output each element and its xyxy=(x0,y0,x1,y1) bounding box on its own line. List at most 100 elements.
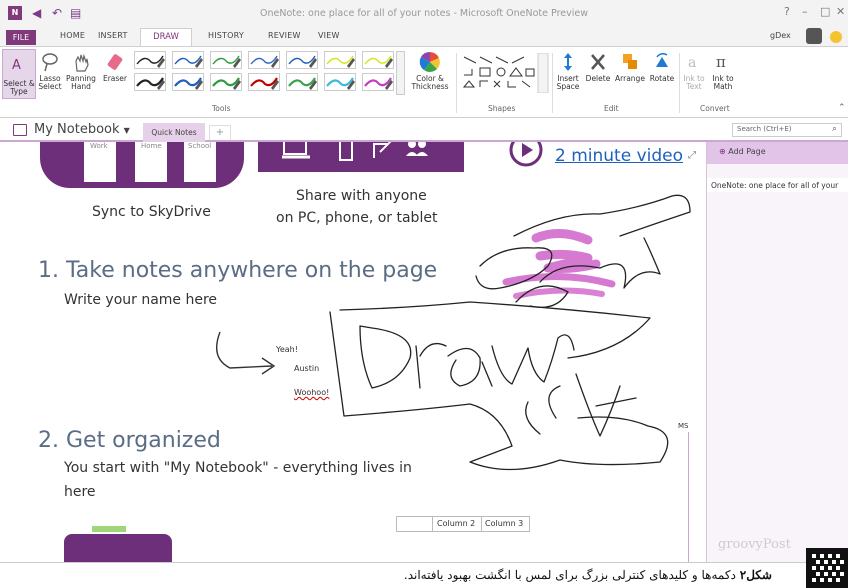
color-thickness-label: Color & Thickness xyxy=(411,74,449,91)
logo-pattern-icon xyxy=(812,554,844,582)
group-tools-label: Tools xyxy=(212,104,231,113)
pen-stroke-icon xyxy=(212,77,241,90)
notebook-name: My Notebook xyxy=(34,122,120,137)
pen-swatch[interactable] xyxy=(362,51,394,69)
rotate-button[interactable]: Rotate xyxy=(648,51,676,83)
shapes-gallery[interactable] xyxy=(460,52,550,94)
lasso-icon xyxy=(42,53,58,72)
pen-swatch[interactable] xyxy=(248,73,280,91)
caption-body: دکمه‌ها و کلیدهای کنترلی بزرگ برای لمس ب… xyxy=(403,568,736,582)
delete-button[interactable]: Delete xyxy=(584,51,612,83)
pen-swatch[interactable] xyxy=(248,51,280,69)
pen-stroke-icon xyxy=(326,77,355,90)
chevron-down-icon: ▼ xyxy=(123,126,130,135)
shapes-icons xyxy=(462,52,549,94)
eraser-icon xyxy=(107,54,123,70)
arrange-icon xyxy=(623,54,637,69)
pen-stroke-icon xyxy=(136,55,165,68)
hand-icon xyxy=(75,53,89,72)
ink-to-text-icon: a xyxy=(688,55,696,71)
pen-stroke-icon xyxy=(136,77,165,90)
pen-swatch[interactable] xyxy=(324,73,356,91)
publisher-logo xyxy=(806,548,848,588)
notebook-icon xyxy=(13,124,27,136)
ink-to-math-label: Ink to Math xyxy=(712,74,734,91)
close-icon[interactable]: ✕ xyxy=(836,5,845,18)
pen-swatch[interactable] xyxy=(172,73,204,91)
pen-swatch[interactable] xyxy=(286,51,318,69)
svg-text:π: π xyxy=(716,53,726,71)
ribbon-tabs: FILE HOME INSERT DRAW HISTORY REVIEW VIE… xyxy=(0,28,848,47)
pen-swatch[interactable] xyxy=(286,73,318,91)
search-icon[interactable]: ⌕ xyxy=(832,124,837,134)
page-canvas[interactable]: Work Home School Sync to SkyDrive Share … xyxy=(0,142,706,562)
ink-to-math-button[interactable]: π Ink to Math xyxy=(710,51,736,91)
add-page-text: Add Page xyxy=(728,147,766,156)
pen-swatch[interactable] xyxy=(210,51,242,69)
arrange-label: Arrange xyxy=(615,74,645,83)
insert-space-button[interactable]: Insert Space xyxy=(554,51,582,91)
pen-swatch[interactable] xyxy=(210,73,242,91)
pen-stroke-icon xyxy=(364,55,393,68)
pen-stroke-icon xyxy=(212,55,241,68)
notebook-bar: My Notebook ▼ Quick Notes + Search (Ctrl… xyxy=(0,118,848,142)
minimize-icon[interactable]: – xyxy=(802,5,808,18)
pen-stroke-icon xyxy=(250,55,279,68)
lasso-label: Lasso Select xyxy=(38,74,62,91)
search-input[interactable]: Search (Ctrl+E) ⌕ xyxy=(732,123,842,137)
pen-stroke-icon xyxy=(174,77,203,90)
user-name[interactable]: gDex xyxy=(770,31,791,40)
pen-stroke-icon xyxy=(250,77,279,90)
tab-view[interactable]: VIEW xyxy=(318,31,340,40)
ink-to-text-label: Ink to Text xyxy=(683,74,705,91)
tab-file[interactable]: FILE xyxy=(6,30,36,45)
select-type-label: Select & Type xyxy=(3,79,35,96)
window-title: OneNote: one place for all of your notes… xyxy=(260,8,588,19)
eraser-label: Eraser xyxy=(102,74,128,83)
add-page-button[interactable]: ⊕ Add Page xyxy=(707,142,848,164)
group-shapes-label: Shapes xyxy=(488,104,516,113)
eraser-button[interactable]: Eraser xyxy=(102,51,128,83)
pi-icon: π xyxy=(716,53,726,71)
rotate-icon xyxy=(656,52,668,67)
color-wheel-icon xyxy=(419,51,440,72)
maximize-icon[interactable]: □ xyxy=(820,5,830,18)
avatar[interactable] xyxy=(806,28,822,44)
pen-gallery-more-button[interactable] xyxy=(396,51,405,95)
pen-swatch[interactable] xyxy=(172,51,204,69)
group-edit-label: Edit xyxy=(604,104,619,113)
select-type-icon: A xyxy=(12,58,21,73)
tab-insert[interactable]: INSERT xyxy=(98,31,128,40)
watermark: groovyPost xyxy=(718,537,791,552)
page-item[interactable]: OneNote: one place for all of your xyxy=(707,178,848,192)
ink-to-text-button[interactable]: a Ink to Text xyxy=(682,51,706,91)
pen-stroke-icon xyxy=(174,55,203,68)
search-placeholder: Search (Ctrl+E) xyxy=(737,125,792,133)
collapse-ribbon-icon[interactable]: ⌃ xyxy=(838,103,846,113)
add-section-button[interactable]: + xyxy=(209,125,231,140)
lasso-select-button[interactable]: Lasso Select xyxy=(38,51,62,91)
panning-hand-button[interactable]: Panning Hand xyxy=(66,51,96,91)
insert-space-label: Insert Space xyxy=(556,74,580,91)
ink-drawing xyxy=(329,194,691,471)
smiley-icon[interactable] xyxy=(830,31,842,43)
pen-swatch[interactable] xyxy=(134,73,166,91)
svg-text:A: A xyxy=(12,58,21,73)
figure-caption: شکل۲ دکمه‌ها و کلیدهای کنترلی بزرگ برای … xyxy=(0,562,848,588)
pen-swatch[interactable] xyxy=(324,51,356,69)
divider xyxy=(552,53,553,113)
color-thickness-button[interactable]: Color & Thickness xyxy=(408,51,452,91)
tab-home[interactable]: HOME xyxy=(60,31,85,40)
pen-swatch[interactable] xyxy=(362,73,394,91)
tab-review[interactable]: REVIEW xyxy=(268,31,301,40)
rotate-label: Rotate xyxy=(649,74,675,83)
help-icon[interactable]: ? xyxy=(784,5,790,18)
pen-stroke-icon xyxy=(288,55,317,68)
tab-history[interactable]: HISTORY xyxy=(208,31,244,40)
divider xyxy=(456,53,457,113)
pen-swatch[interactable] xyxy=(134,51,166,69)
notebook-switcher[interactable]: My Notebook ▼ xyxy=(34,122,130,137)
arrange-button[interactable]: Arrange xyxy=(614,51,646,83)
tab-draw[interactable]: DRAW xyxy=(140,28,192,47)
tab-quick-notes[interactable]: Quick Notes xyxy=(143,123,205,142)
